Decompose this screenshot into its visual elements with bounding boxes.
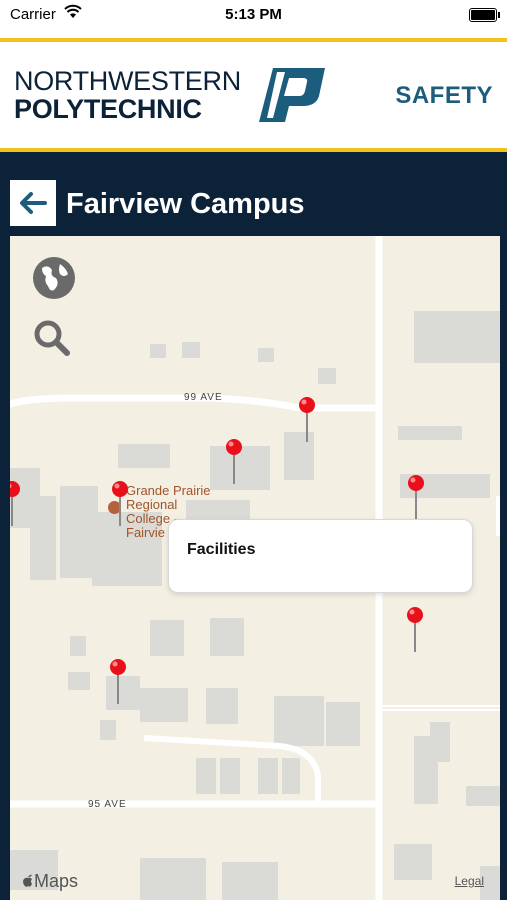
apple-maps-attribution: Maps xyxy=(22,871,78,892)
logo-line-1: NORTHWESTERN xyxy=(14,66,241,96)
arrow-left-icon xyxy=(20,192,47,214)
title-bar: Fairview Campus xyxy=(0,152,507,236)
nwp-logo-text: NORTHWESTERN POLYTECHNIC xyxy=(14,67,241,123)
search-icon[interactable] xyxy=(32,318,72,358)
facilities-callout[interactable]: Facilities xyxy=(168,519,473,593)
page-title: Fairview Campus xyxy=(66,188,305,220)
map-pin[interactable] xyxy=(110,480,130,528)
apple-logo-icon xyxy=(23,874,32,887)
section-title: SAFETY xyxy=(395,82,493,109)
globe-icon[interactable] xyxy=(32,256,76,300)
street-label-99-ave: 99 AVE xyxy=(184,392,223,403)
app-header: NORTHWESTERN POLYTECHNIC SAFETY xyxy=(0,42,507,148)
callout-label: Facilities xyxy=(187,541,256,558)
poi-line-1: Grande Prairie xyxy=(126,483,211,498)
map-pin[interactable] xyxy=(297,396,317,444)
back-button[interactable] xyxy=(10,180,56,226)
map-pin[interactable] xyxy=(224,438,244,486)
campus-map[interactable]: 99 AVE 95 AVE Grande Prairie Regional Co… xyxy=(10,236,500,900)
maps-label: Maps xyxy=(34,871,79,891)
status-time: 5:13 PM xyxy=(225,6,282,23)
nwp-logo-mark xyxy=(259,68,325,122)
logo-line-2: POLYTECHNIC xyxy=(14,94,202,124)
status-bar: Carrier 5:13 PM xyxy=(0,0,507,38)
map-pin[interactable] xyxy=(108,658,128,706)
battery-icon xyxy=(469,8,500,22)
map-pin[interactable] xyxy=(405,606,425,654)
legal-link[interactable]: Legal xyxy=(455,874,484,888)
map-pin[interactable] xyxy=(10,480,22,528)
poi-line-2: Regional xyxy=(126,497,178,512)
street-label-95-ave: 95 AVE xyxy=(88,799,127,810)
map-pin[interactable] xyxy=(406,474,426,522)
